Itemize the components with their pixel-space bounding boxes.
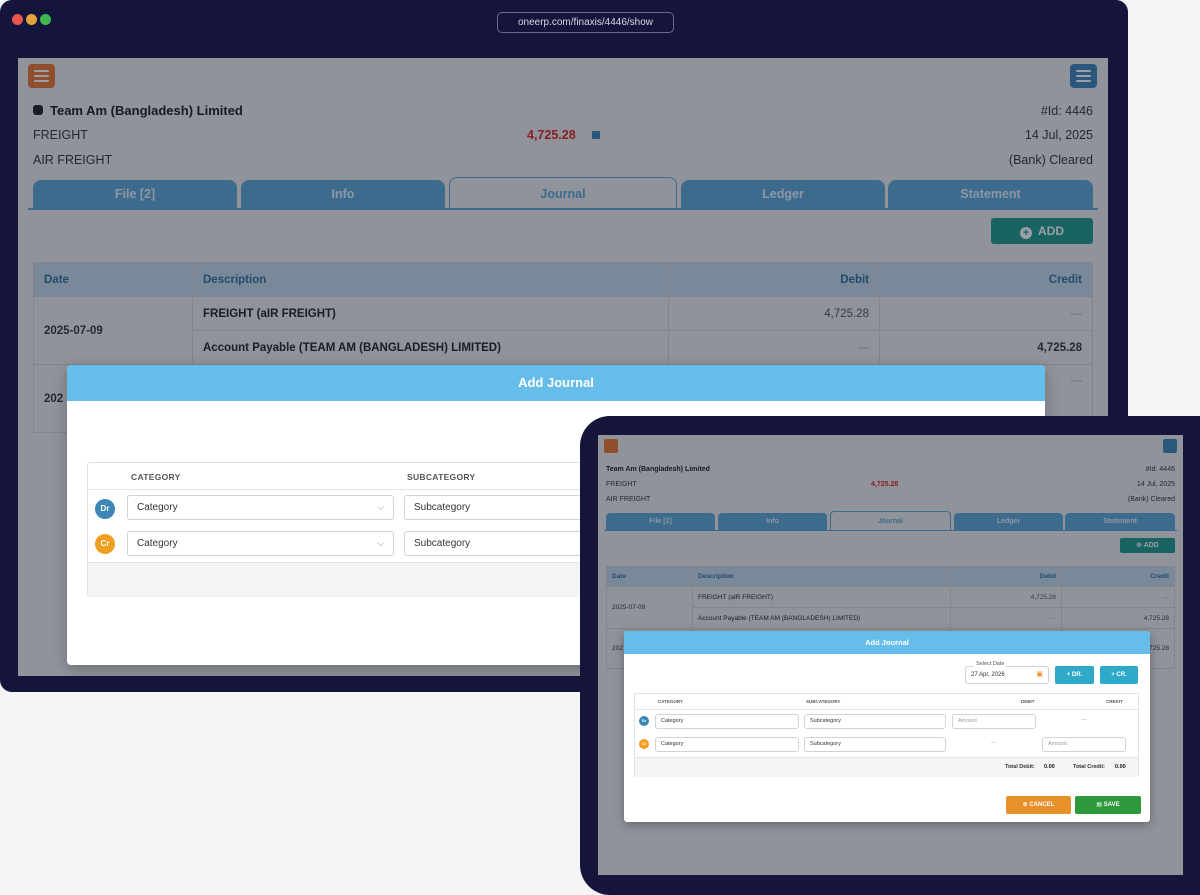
save-label: SAVE (1103, 802, 1120, 808)
window-maximize-dot[interactable] (40, 14, 51, 25)
credit-debit-dash: — (991, 740, 997, 746)
credit-amount-input[interactable]: Amount (1042, 737, 1126, 752)
debit-badge: Dr (95, 499, 115, 519)
debit-category-select[interactable]: Category ⌵ (127, 495, 394, 520)
add-debit-button[interactable]: + DR. (1055, 666, 1094, 684)
debit-amount-input[interactable]: Amount (952, 714, 1036, 729)
chevron-down-icon: ⌵ (377, 502, 384, 512)
journal-entry-grid: CATEGORY SUBCATEGORY DEBIT CREDIT Dr Cat… (634, 693, 1139, 777)
window-minimize-dot[interactable] (26, 14, 37, 25)
window-close-dot[interactable] (12, 14, 23, 25)
modal-title: Add Journal (624, 631, 1150, 654)
col-subcategory-header: SUBCATEGORY (806, 699, 841, 704)
tablet-page: Team Am (Bangladesh) Limited FREIGHT AIR… (598, 435, 1183, 875)
totals-row: Total Debit: 0.00 Total Credit: 0.00 (635, 757, 1138, 777)
cancel-label: CANCEL (1029, 802, 1055, 808)
col-subcategory-header: SUBCATEGORY (407, 472, 476, 482)
debit-subcategory-select[interactable]: Subcategory (804, 714, 946, 729)
total-debit-value: 0.00 (1044, 764, 1055, 770)
col-category-header: CATEGORY (658, 699, 684, 704)
chevron-down-icon: ⌵ (377, 538, 384, 548)
total-debit-label: Total Debit: (1005, 764, 1035, 770)
debit-category-value: Category (137, 502, 178, 513)
save-icon: ▤ (1096, 802, 1104, 808)
modal-title: Add Journal (67, 365, 1045, 401)
col-category-header: CATEGORY (131, 472, 181, 482)
calendar-icon: ▣ (1036, 671, 1043, 678)
add-journal-modal: Add Journal Select Date 27 Apr, 2026 ▣ +… (624, 631, 1150, 822)
credit-category-value: Category (137, 538, 178, 549)
date-picker[interactable]: Select Date 27 Apr, 2026 ▣ (965, 661, 1049, 684)
add-credit-button[interactable]: + CR. (1100, 666, 1138, 684)
date-picker-label: Select Date (974, 661, 1007, 667)
credit-subcategory-select[interactable]: Subcategory (804, 737, 946, 752)
credit-badge: Cr (639, 739, 649, 749)
total-credit-label: Total Credit: (1073, 764, 1105, 770)
address-bar[interactable]: oneerp.com/finaxis/4446/show (497, 12, 674, 33)
debit-credit-dash: — (1081, 717, 1087, 723)
col-credit-header: CREDIT (1106, 699, 1123, 704)
cancel-button[interactable]: ⊗ CANCEL (1006, 796, 1071, 814)
total-credit-value: 0.00 (1115, 764, 1126, 770)
col-debit-header: DEBIT (1021, 699, 1035, 704)
debit-category-select[interactable]: Category (655, 714, 799, 729)
credit-category-select[interactable]: Category ⌵ (127, 531, 394, 556)
credit-category-select[interactable]: Category (655, 737, 799, 752)
debit-badge: Dr (639, 716, 649, 726)
save-button[interactable]: ▤ SAVE (1075, 796, 1141, 814)
grid-divider (635, 709, 1138, 710)
credit-badge: Cr (95, 534, 115, 554)
date-picker-value: 27 Apr, 2026 (971, 672, 1005, 678)
